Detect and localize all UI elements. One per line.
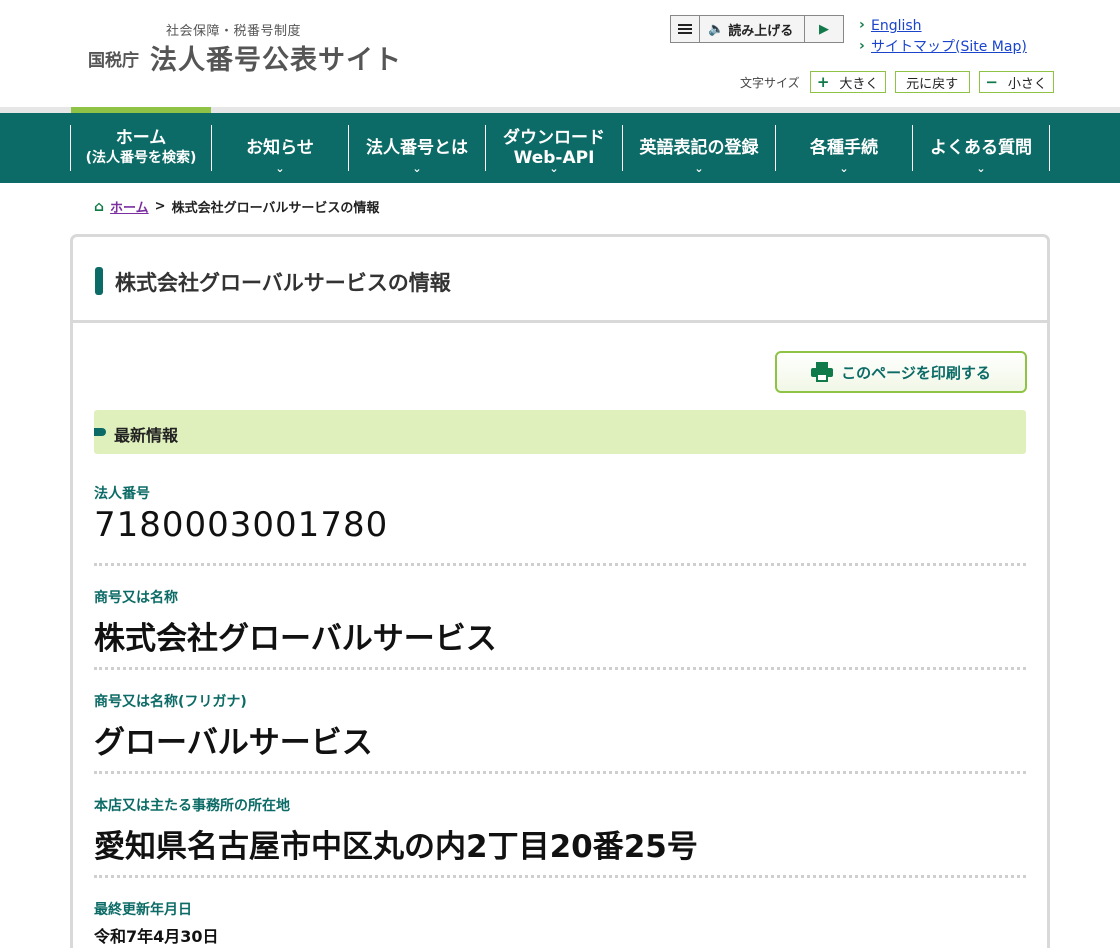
sitemap-link[interactable]: サイトマップ(Site Map)	[858, 36, 1027, 58]
speaker-icon: 🔈	[708, 21, 725, 37]
breadcrumb-current: 株式会社グローバルサービスの情報	[171, 201, 380, 216]
chevron-down-icon: ⌄	[839, 162, 849, 175]
trade-name-kana-value: グローバルサービス	[94, 725, 373, 761]
nav-home-sublabel: (法人番号を検索)	[85, 150, 197, 166]
printer-icon	[811, 362, 834, 382]
field-label: 最終更新年月日	[94, 902, 192, 918]
logo-agency: 国税庁	[88, 51, 139, 71]
field-trade-name-kana: 商号又は名称(フリガナ) グローバルサービス	[94, 691, 1026, 774]
font-reset-button[interactable]: 元に戻す	[894, 71, 970, 93]
chevron-down-icon: ⌄	[412, 162, 422, 175]
print-page-button[interactable]: このページを印刷する	[775, 351, 1027, 393]
nav-item-faq[interactable]: よくある質問 ⌄	[913, 125, 1050, 175]
font-smaller-button[interactable]: − 小さく	[978, 71, 1054, 93]
font-size-controls: 文字サイズ + 大きく 元に戻す − 小さく	[740, 71, 1054, 93]
home-icon: ⌂	[94, 198, 105, 215]
section-title: 最新情報	[114, 426, 179, 445]
print-label: このページを印刷する	[841, 363, 991, 382]
font-reset-label: 元に戻す	[906, 76, 959, 92]
nav-download-label: ダウンロード	[503, 128, 605, 148]
field-label: 商号又は名称(フリガナ)	[94, 694, 247, 710]
section-header-latest: 最新情報	[94, 410, 1026, 454]
field-label: 法人番号	[94, 486, 150, 502]
nav-item-news[interactable]: お知らせ ⌄	[212, 125, 349, 175]
english-link[interactable]: English	[858, 15, 1027, 37]
page-title: 株式会社グローバルサービスの情報	[115, 271, 451, 295]
site-header: 社会保障・税番号制度 国税庁 法人番号公表サイト 🔈 読み上げる ▶ Engli…	[0, 0, 1120, 113]
title-accent-bar	[95, 267, 103, 295]
nav-english-label: 英語表記の登録	[639, 138, 759, 158]
nav-home-label: ホーム	[115, 128, 167, 148]
breadcrumb-home-link[interactable]: ホーム	[110, 197, 149, 216]
nav-procedures-label: 各種手続	[810, 138, 878, 158]
global-nav: ホーム (法人番号を検索) お知らせ ⌄ 法人番号とは ⌄ ダウンロード Web…	[0, 113, 1120, 183]
read-aloud-widget: 🔈 読み上げる ▶	[670, 15, 844, 43]
font-larger-label: 大きく	[839, 76, 879, 92]
corporation-info-panel: 株式会社グローバルサービスの情報 このページを印刷する 最新情報 法人番号 71…	[70, 234, 1050, 948]
field-address: 本店又は主たる事務所の所在地 愛知県名古屋市中区丸の内2丁目20番25号	[94, 795, 1026, 878]
field-trade-name: 商号又は名称 株式会社グローバルサービス	[94, 587, 1026, 670]
section-marker	[94, 428, 106, 436]
nav-about-label: 法人番号とは	[366, 138, 468, 158]
nav-item-home[interactable]: ホーム (法人番号を検索)	[71, 125, 212, 171]
field-corporate-number: 法人番号 7180003001780	[94, 483, 1026, 566]
field-divider	[94, 771, 1026, 774]
play-icon: ▶	[819, 21, 829, 37]
nav-item-about[interactable]: 法人番号とは ⌄	[349, 125, 486, 175]
corporate-number-value: 7180003001780	[94, 505, 389, 545]
chevron-down-icon: ⌄	[694, 162, 704, 175]
play-button[interactable]: ▶	[805, 16, 843, 42]
minus-icon: −	[985, 73, 998, 91]
panel-header: 株式会社グローバルサービスの情報	[73, 237, 1047, 323]
field-divider	[94, 667, 1026, 670]
nav-item-download[interactable]: ダウンロード Web-API ⌄	[486, 125, 623, 175]
header-links: English サイトマップ(Site Map)	[858, 15, 1027, 58]
field-divider	[94, 563, 1026, 566]
breadcrumb-separator: >	[154, 199, 166, 214]
field-label: 商号又は名称	[94, 590, 178, 606]
font-size-label: 文字サイズ	[740, 75, 800, 90]
chevron-down-icon: ⌄	[549, 162, 559, 175]
logo-title: 法人番号公表サイト	[150, 45, 402, 76]
trade-name-value: 株式会社グローバルサービス	[94, 621, 497, 657]
last-updated-value: 令和7年4月30日	[94, 927, 219, 946]
nav-news-label: お知らせ	[246, 138, 314, 158]
nav-item-procedures[interactable]: 各種手続 ⌄	[776, 125, 913, 175]
font-larger-button[interactable]: + 大きく	[809, 71, 886, 93]
field-last-updated: 最終更新年月日 令和7年4月30日	[94, 899, 1026, 947]
chevron-down-icon: ⌄	[976, 162, 986, 175]
read-aloud-menu-button[interactable]	[671, 16, 700, 42]
logo-subtitle: 社会保障・税番号制度	[166, 24, 302, 39]
read-aloud-label: 読み上げる	[728, 23, 794, 39]
nav-faq-label: よくある質問	[930, 138, 1032, 158]
field-label: 本店又は主たる事務所の所在地	[94, 798, 290, 814]
chevron-down-icon: ⌄	[275, 162, 285, 175]
read-aloud-button[interactable]: 🔈 読み上げる	[700, 16, 805, 42]
plus-icon: +	[816, 73, 830, 91]
font-smaller-label: 小さく	[1007, 76, 1047, 92]
nav-item-english-registration[interactable]: 英語表記の登録 ⌄	[623, 125, 776, 175]
address-value: 愛知県名古屋市中区丸の内2丁目20番25号	[94, 829, 698, 865]
menu-icon	[678, 24, 692, 26]
field-divider	[94, 875, 1026, 878]
breadcrumb: ⌂ ホーム > 株式会社グローバルサービスの情報	[94, 197, 380, 217]
